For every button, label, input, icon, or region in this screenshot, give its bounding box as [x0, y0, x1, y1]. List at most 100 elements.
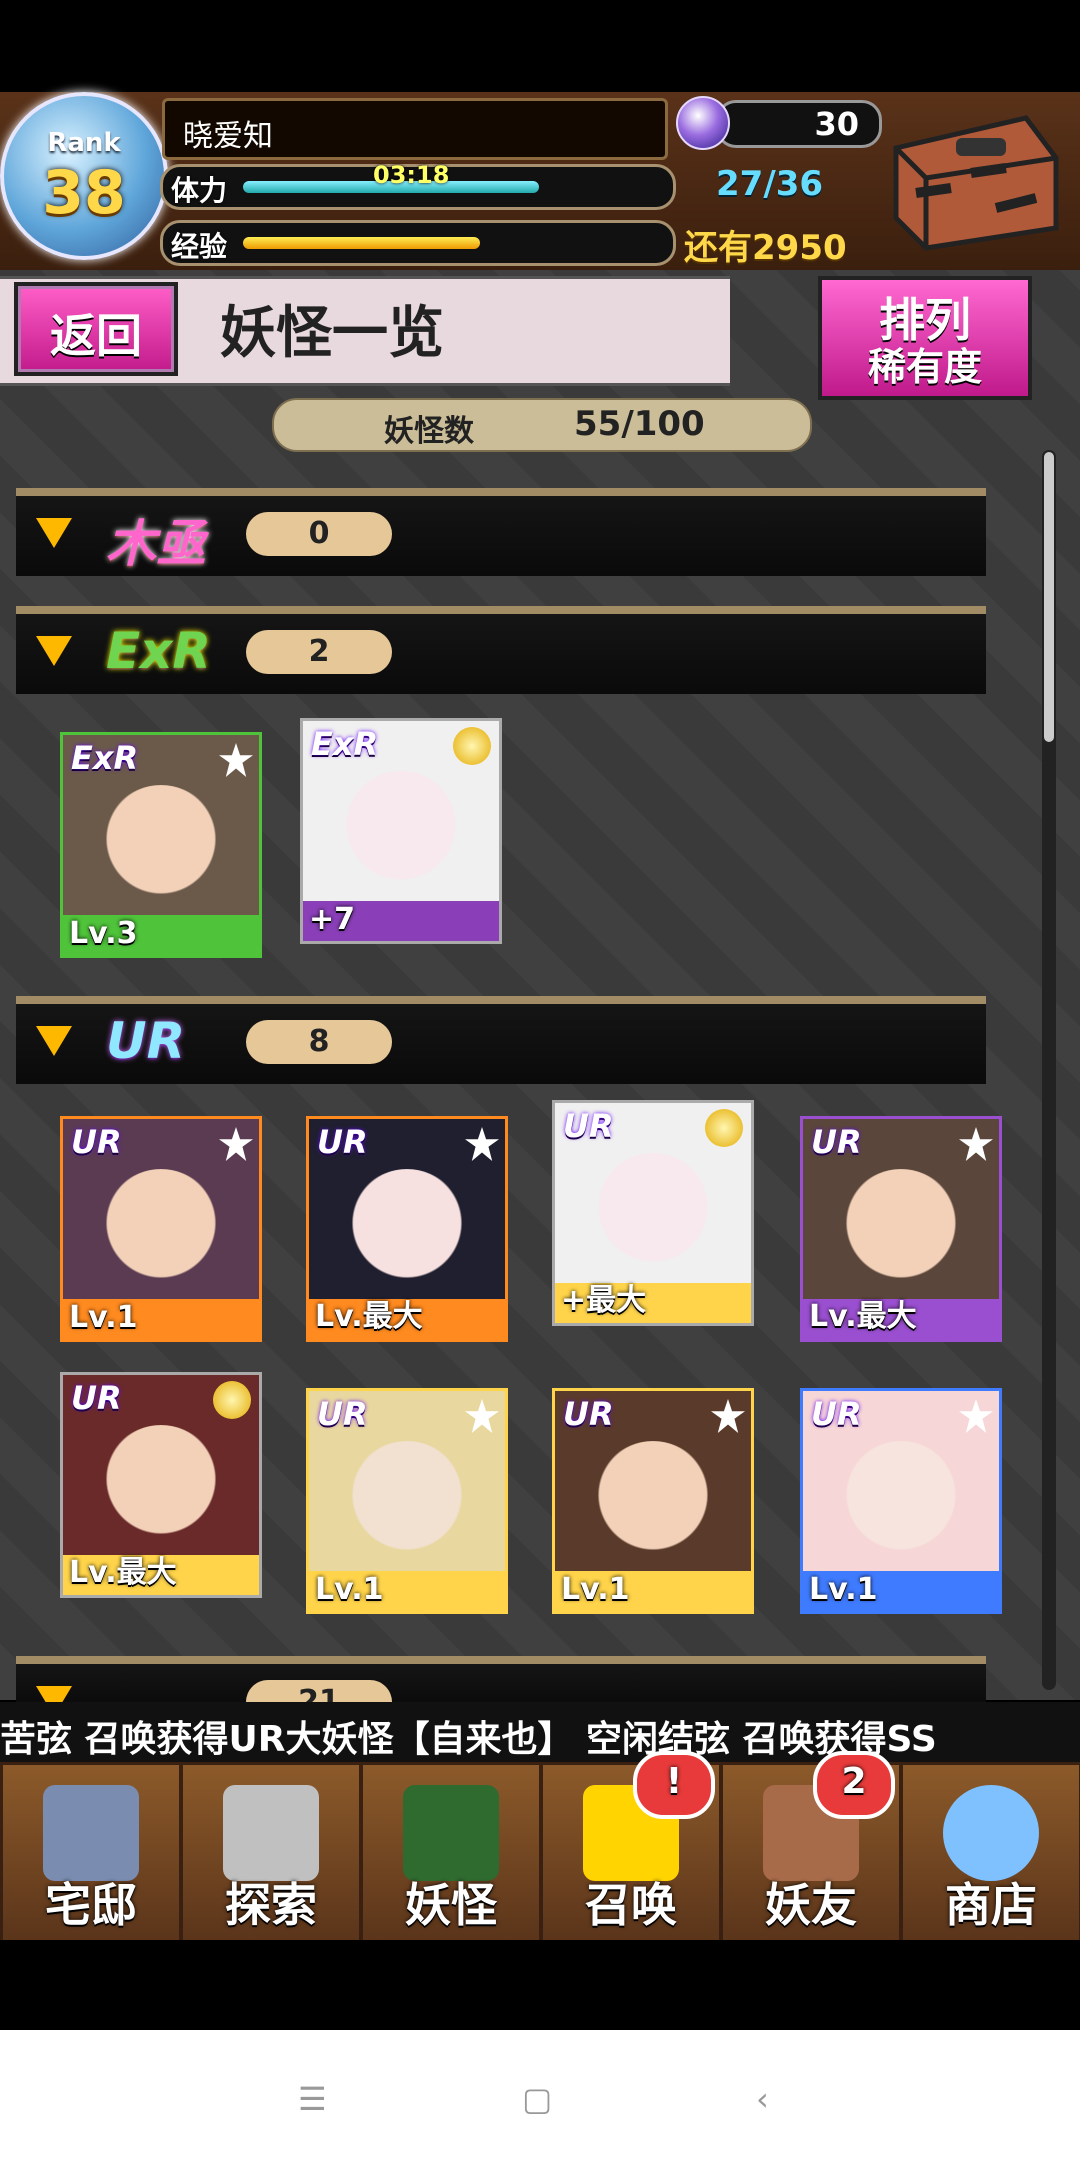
magnifier-icon	[223, 1785, 319, 1881]
back-button[interactable]: 返回	[14, 282, 178, 376]
stamina-value: 27/36	[716, 164, 824, 204]
gold-medal-icon	[453, 727, 491, 765]
home-icon[interactable]: ▢	[522, 2080, 552, 2118]
collapse-arrow-icon	[36, 1026, 72, 1056]
level-label: Lv.最大	[69, 1555, 177, 1590]
category-count-pill: 2	[246, 630, 392, 674]
gold-medal-icon	[705, 1109, 743, 1147]
yokai-card[interactable]: UR Lv.最大	[60, 1372, 262, 1598]
stamina-timer: 03:18	[373, 161, 450, 189]
yokai-card[interactable]: UR Lv.1	[552, 1388, 754, 1614]
category-header-kiwami[interactable]: 木亟 0	[16, 488, 986, 576]
house-icon	[43, 1785, 139, 1881]
nav-label: 商店	[945, 1878, 1037, 1932]
nav-label: 妖友	[765, 1878, 857, 1932]
sort-button[interactable]: 排列 稀有度	[818, 276, 1032, 400]
nav-label: 宅邸	[45, 1878, 137, 1932]
sort-mode-label: 稀有度	[867, 345, 982, 389]
nav-button[interactable]: 商店	[900, 1762, 1080, 1946]
yokai-card[interactable]: ExR +7	[300, 718, 502, 944]
nav-button[interactable]: 探索	[180, 1762, 362, 1946]
category-name: 木亟	[106, 515, 206, 573]
badge-text: 2	[841, 1761, 867, 1802]
scrollbar[interactable]	[1042, 450, 1056, 1690]
exp-fill	[243, 237, 480, 249]
level-label: Lv.1	[315, 1572, 384, 1607]
gem-orb-icon	[676, 96, 730, 150]
level-label: Lv.1	[561, 1572, 630, 1607]
crystal-ball-icon	[943, 1785, 1039, 1881]
system-nav-bar: ☰ ▢ ‹	[0, 2030, 1080, 2160]
notification-badge: !	[633, 1751, 715, 1819]
star-icon	[465, 1399, 499, 1433]
yokai-card[interactable]: ExR Lv.3	[60, 732, 262, 958]
nav-button[interactable]: 宅邸	[0, 1762, 182, 1946]
star-icon	[959, 1127, 993, 1161]
rarity-badge: UR	[71, 1123, 122, 1161]
star-icon	[959, 1399, 993, 1433]
back-icon[interactable]: ‹	[756, 2080, 769, 2118]
rank-number: 38	[42, 158, 126, 228]
collapse-arrow-icon	[36, 518, 72, 548]
portrait-face	[593, 1153, 713, 1273]
treasure-chest-icon[interactable]	[876, 98, 1066, 256]
rarity-badge: UR	[811, 1395, 862, 1433]
yokai-card[interactable]: UR Lv.1	[306, 1388, 508, 1614]
star-icon	[219, 1127, 253, 1161]
exp-label: 经验	[171, 230, 228, 263]
category-count: 8	[308, 1024, 330, 1059]
rarity-badge: UR	[811, 1123, 862, 1161]
stamina-label: 体力	[171, 174, 228, 207]
portrait-face	[593, 1441, 713, 1561]
yokai-card[interactable]: UR Lv.最大	[306, 1116, 508, 1342]
bottom-black-bar	[0, 1940, 1080, 2030]
bottom-nav: 宅邸 探索 妖怪 召唤! 妖友 2 商店	[0, 1751, 1080, 1946]
rarity-badge: ExR	[311, 725, 379, 763]
scrollbar-thumb[interactable]	[1044, 452, 1054, 742]
rarity-badge: UR	[71, 1379, 122, 1417]
portrait-face	[101, 1169, 221, 1289]
yokai-card[interactable]: UR +最大	[552, 1100, 754, 1326]
gold-medal-icon	[213, 1381, 251, 1419]
exp-bar: 经验	[160, 220, 676, 266]
portrait-face	[347, 1441, 467, 1561]
gem-counter[interactable]: 30	[716, 100, 882, 148]
rank-label: Rank	[47, 128, 121, 158]
rarity-badge: ExR	[71, 739, 139, 777]
rarity-badge: UR	[563, 1107, 614, 1145]
portrait-face	[347, 1169, 467, 1289]
nav-button[interactable]: 召唤!	[540, 1751, 722, 1946]
scroll-icon	[403, 1785, 499, 1881]
category-count-pill: 0	[246, 512, 392, 556]
back-button-label: 返回	[50, 309, 142, 363]
gem-count: 30	[814, 105, 859, 143]
rarity-badge: UR	[317, 1395, 368, 1433]
nav-button[interactable]: 妖友 2	[720, 1751, 902, 1946]
category-header-ur[interactable]: UR 8	[16, 996, 986, 1084]
yokai-count-value: 55/100	[574, 404, 705, 444]
portrait-face	[841, 1169, 961, 1289]
level-label: Lv.最大	[809, 1299, 917, 1334]
yokai-card[interactable]: UR Lv.最大	[800, 1116, 1002, 1342]
yokai-card[interactable]: UR Lv.1	[800, 1388, 1002, 1614]
top-black-bar	[0, 0, 1080, 92]
rank-badge[interactable]: Rank 38	[0, 92, 168, 260]
portrait-face	[101, 785, 221, 905]
player-name-box: 晓爱知	[162, 98, 668, 160]
level-label: +7	[309, 902, 356, 937]
page-title: 妖怪一览	[220, 300, 444, 366]
nav-label: 召唤	[585, 1878, 677, 1932]
category-header-exr[interactable]: ExR 2	[16, 606, 986, 694]
star-icon	[711, 1399, 745, 1433]
category-name: ExR	[106, 622, 211, 680]
nav-button[interactable]: 妖怪	[360, 1762, 542, 1946]
level-label: Lv.最大	[315, 1299, 423, 1334]
nav-label: 探索	[225, 1878, 317, 1932]
portrait-face	[101, 1425, 221, 1545]
badge-text: !	[665, 1761, 683, 1802]
player-name: 晓爱知	[183, 119, 273, 154]
menu-icon[interactable]: ☰	[298, 2080, 327, 2118]
yokai-card[interactable]: UR Lv.1	[60, 1116, 262, 1342]
rarity-badge: UR	[317, 1123, 368, 1161]
category-header-ssr[interactable]: 21	[16, 1656, 986, 1724]
